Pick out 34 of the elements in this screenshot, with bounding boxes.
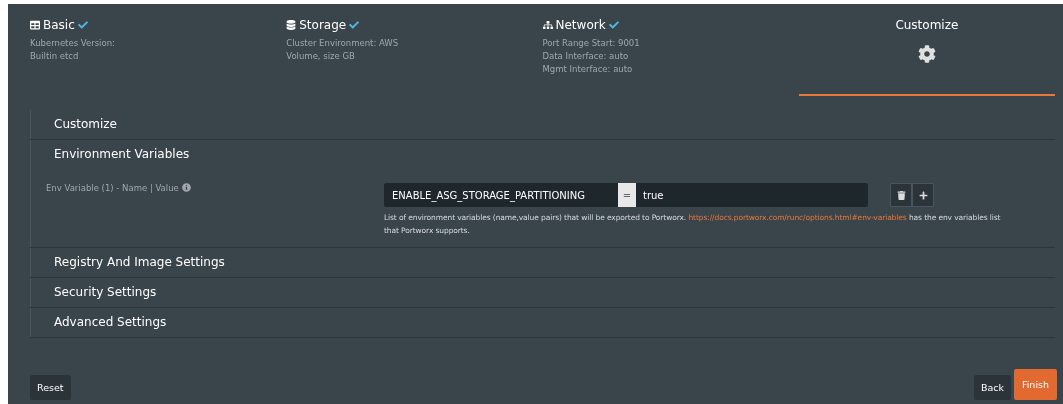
step-tab[interactable]: Network Port Range Start: 9001 Data Interface: auto Mgmt Interface: auto bbox=[542, 4, 799, 96]
step-detail: Mgmt Interface: auto bbox=[542, 63, 634, 76]
step-title: Basic bbox=[43, 18, 75, 32]
step-tab[interactable]: Storage Cluster Environment: AWS Volume, size GB bbox=[286, 4, 543, 96]
step-detail: Cluster Environment: AWS bbox=[286, 37, 399, 50]
section-header[interactable]: Customize bbox=[30, 110, 1055, 139]
add-button[interactable] bbox=[912, 183, 934, 207]
field-label: Env Variable (1) - Name | Value bbox=[46, 183, 179, 193]
step-title: Network bbox=[555, 18, 606, 32]
section-header[interactable]: Security Settings bbox=[30, 278, 1055, 307]
active-step-tab[interactable]: Customize bbox=[798, 4, 1055, 96]
step-title: Customize bbox=[895, 18, 959, 32]
section-header[interactable]: Registry And Image Settings bbox=[30, 248, 1055, 277]
step-detail: Data Interface: auto bbox=[542, 50, 630, 63]
back-button[interactable]: Back bbox=[973, 375, 1011, 400]
info-icon[interactable] bbox=[181, 183, 191, 192]
env-variable-field[interactable]: ENABLE_ASG_STORAGE_PARTITIONING = true bbox=[384, 183, 868, 207]
step-detail: Kubernetes Version: bbox=[30, 37, 115, 50]
plus-icon bbox=[918, 190, 928, 200]
step-detail: Builtin etcd bbox=[30, 50, 80, 63]
step-detail: Volume, size GB bbox=[286, 50, 356, 63]
trash-icon bbox=[896, 190, 906, 200]
section-header[interactable]: Advanced Settings bbox=[30, 308, 1055, 337]
step-icon bbox=[542, 20, 553, 30]
reset-button[interactable]: Reset bbox=[30, 375, 71, 400]
section-header[interactable]: Environment Variables bbox=[30, 140, 1055, 169]
step-tab[interactable]: Basic Kubernetes Version: Builtin etcd bbox=[30, 4, 287, 96]
step-icon bbox=[30, 20, 40, 30]
settings-icon bbox=[917, 45, 936, 63]
step-detail: Port Range Start: 9001 bbox=[542, 37, 640, 50]
step-title: Storage bbox=[299, 18, 347, 32]
equals-sign: = bbox=[618, 183, 636, 207]
step-icon bbox=[286, 20, 297, 30]
delete-button[interactable] bbox=[890, 183, 912, 207]
